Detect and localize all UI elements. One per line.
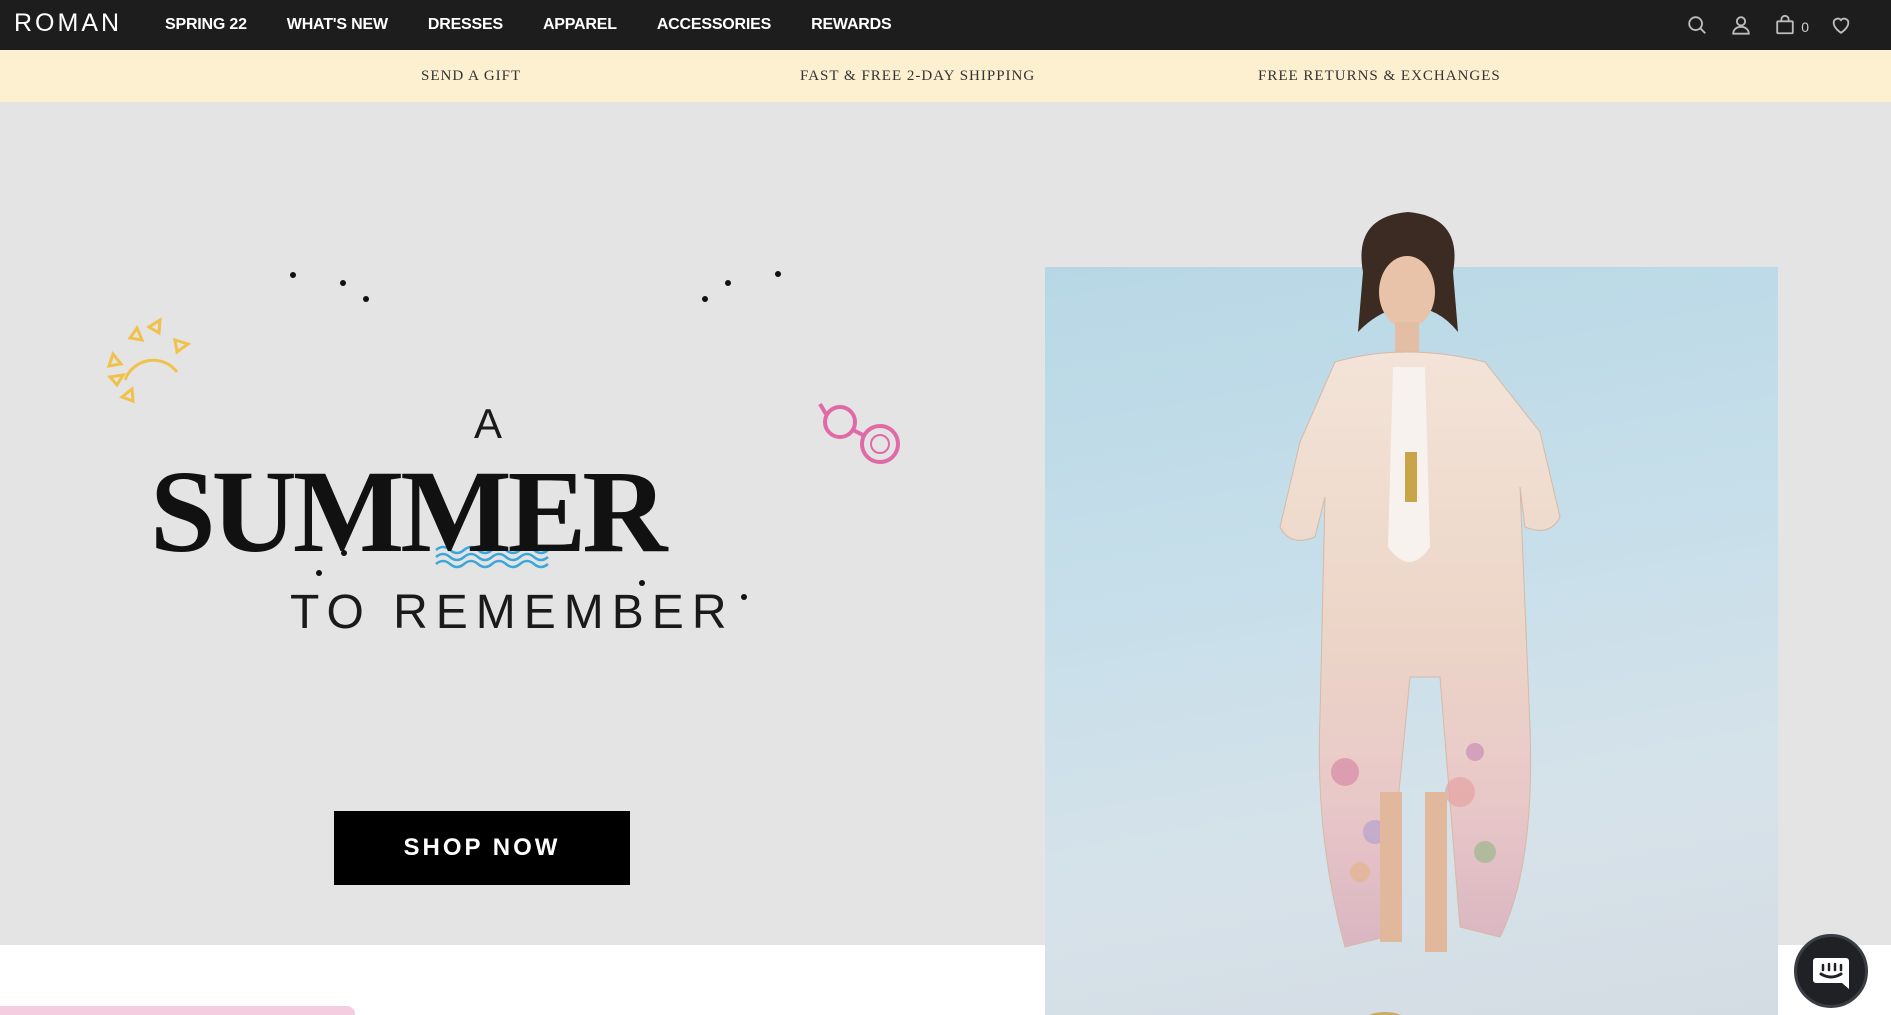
pink-banner-strip xyxy=(0,1006,355,1015)
main-nav: SPRING 22 WHAT'S NEW DRESSES APPAREL ACC… xyxy=(165,0,931,50)
shop-now-button[interactable]: SHOP NOW xyxy=(334,811,630,885)
nav-item-whats-new[interactable]: WHAT'S NEW xyxy=(287,16,388,34)
nav-item-accessories[interactable]: ACCESSORIES xyxy=(657,16,771,34)
top-navigation-bar: ROMAN SPRING 22 WHAT'S NEW DRESSES APPAR… xyxy=(0,0,1891,50)
promo-free-returns[interactable]: FREE RETURNS & EXCHANGES xyxy=(1258,50,1501,102)
hero-banner: A SUMMER TO REMEMBER SHOP NOW xyxy=(0,102,1891,1015)
nav-item-apparel[interactable]: APPAREL xyxy=(543,16,617,34)
nav-item-rewards[interactable]: REWARDS xyxy=(811,16,892,34)
sun-icon xyxy=(106,317,192,404)
chat-icon[interactable] xyxy=(1794,934,1868,1008)
hero-headline-a: A xyxy=(474,400,503,447)
sunglasses-icon xyxy=(818,402,900,464)
brand-logo[interactable]: ROMAN xyxy=(14,10,122,36)
hero-model-photo[interactable] xyxy=(1045,212,1778,1015)
cart-count: 0 xyxy=(1801,19,1809,35)
account-icon[interactable] xyxy=(1729,13,1753,37)
promo-send-a-gift[interactable]: SEND A GIFT xyxy=(421,50,521,102)
bag-icon[interactable] xyxy=(1773,13,1797,37)
heart-icon[interactable] xyxy=(1829,13,1853,37)
hero-headline-main: SUMMER xyxy=(150,446,668,577)
nav-icons: 0 xyxy=(1665,0,1853,50)
search-icon[interactable] xyxy=(1685,13,1709,37)
hero-headline-sub: TO REMEMBER xyxy=(290,586,735,639)
promo-free-shipping[interactable]: FAST & FREE 2-DAY SHIPPING xyxy=(800,50,1035,102)
model-illustration xyxy=(1279,212,1561,1015)
nav-item-dresses[interactable]: DRESSES xyxy=(428,16,503,34)
nav-item-spring-22[interactable]: SPRING 22 xyxy=(165,16,247,34)
promo-bar: SEND A GIFT FAST & FREE 2-DAY SHIPPING F… xyxy=(0,50,1891,102)
